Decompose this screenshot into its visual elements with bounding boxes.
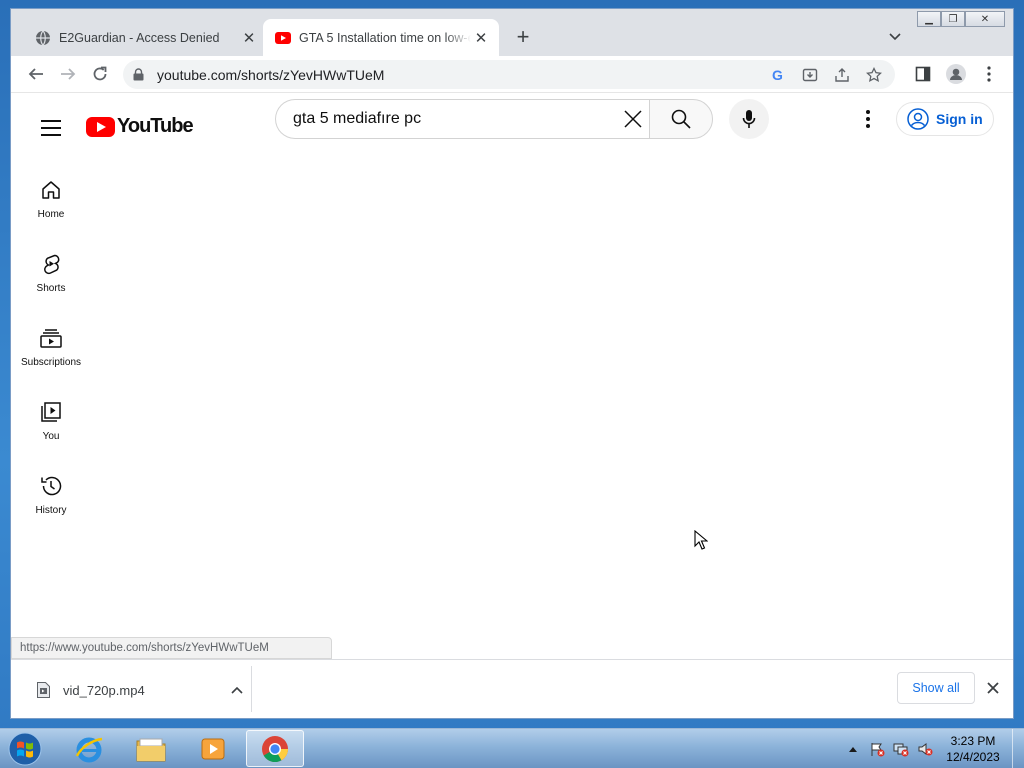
guide-item-subscriptions[interactable]: Subscriptions xyxy=(11,310,91,384)
tab-title: GTA 5 Installation time on low-end xyxy=(299,30,471,45)
guide-item-history[interactable]: History xyxy=(11,458,91,532)
bookmark-star-icon[interactable] xyxy=(863,64,885,86)
close-tab-icon[interactable]: ✕ xyxy=(239,28,259,48)
youtube-play-icon xyxy=(86,116,115,137)
svg-text:G: G xyxy=(772,67,783,83)
google-lens-icon[interactable]: G xyxy=(767,64,789,86)
tray-expand-icon[interactable] xyxy=(842,738,864,760)
tab-e2guardian[interactable]: E2Guardian - Access Denied ✕ xyxy=(23,19,267,56)
youtube-logo-text: YouTube xyxy=(117,115,194,137)
tab-title: E2Guardian - Access Denied xyxy=(59,30,220,45)
guide-item-label: History xyxy=(35,505,67,516)
globe-icon xyxy=(35,30,51,46)
guide-item-you[interactable]: You xyxy=(11,384,91,458)
you-icon xyxy=(39,400,63,424)
youtube-logo[interactable]: YouTube xyxy=(86,115,194,138)
tab-strip: E2Guardian - Access Denied ✕ GTA 5 Insta… xyxy=(11,9,1013,56)
internet-explorer-icon xyxy=(75,737,103,762)
download-item[interactable]: vid_720p.mp4 xyxy=(29,668,251,712)
lock-icon[interactable] xyxy=(133,68,147,81)
address-url[interactable]: youtube.com/shorts/zYevHWwTUeM xyxy=(157,67,767,83)
shelf-divider xyxy=(251,666,252,712)
window-close-button[interactable]: ✕ xyxy=(965,11,1005,27)
search-button[interactable] xyxy=(649,99,713,139)
forward-button[interactable] xyxy=(56,62,80,86)
address-bar[interactable]: youtube.com/shorts/zYevHWwTUeM G xyxy=(123,60,895,89)
install-app-icon[interactable] xyxy=(799,64,821,86)
download-shelf: vid_720p.mp4 Show all xyxy=(11,659,1013,718)
link-status-bubble: https://www.youtube.com/shorts/zYevHWwTU… xyxy=(11,637,332,659)
window-controls: ▁ ❐ ✕ xyxy=(917,11,1005,28)
side-panel-icon[interactable] xyxy=(911,62,935,86)
close-shelf-icon[interactable] xyxy=(981,676,1005,700)
guide-item-home[interactable]: Home xyxy=(11,162,91,236)
account-circle-icon xyxy=(907,108,929,130)
video-file-icon xyxy=(35,681,51,699)
youtube-page: YouTube Sign in xyxy=(11,94,1013,659)
show-desktop-button[interactable] xyxy=(1012,729,1024,768)
clear-search-icon[interactable] xyxy=(621,107,645,131)
back-button[interactable] xyxy=(24,62,48,86)
taskbar-chrome[interactable] xyxy=(246,730,304,767)
minimize-button[interactable]: ▁ xyxy=(917,11,941,27)
mouse-cursor-icon xyxy=(694,530,708,550)
subscriptions-icon xyxy=(39,326,63,350)
download-file-name: vid_720p.mp4 xyxy=(63,682,145,698)
browser-window: E2Guardian - Access Denied ✕ GTA 5 Insta… xyxy=(10,8,1014,719)
taskbar-internet-explorer[interactable] xyxy=(60,730,118,767)
new-tab-button[interactable]: + xyxy=(511,26,535,50)
media-player-icon xyxy=(201,738,225,759)
volume-muted-icon[interactable] xyxy=(914,738,936,760)
chrome-menu-icon[interactable] xyxy=(977,62,1001,86)
clock-date: 12/4/2023 xyxy=(946,750,1000,764)
taskbar-media-player[interactable] xyxy=(184,730,242,767)
restore-button[interactable]: ❐ xyxy=(941,11,965,27)
share-icon[interactable] xyxy=(831,64,853,86)
sign-in-button[interactable]: Sign in xyxy=(896,102,994,136)
shorts-icon xyxy=(39,252,63,276)
chrome-icon xyxy=(262,735,289,762)
voice-search-button[interactable] xyxy=(729,99,769,139)
system-tray xyxy=(842,729,938,768)
search-icon xyxy=(671,109,691,129)
close-tab-icon[interactable]: ✕ xyxy=(471,28,491,48)
settings-more-icon[interactable] xyxy=(856,107,880,131)
history-icon xyxy=(39,474,63,498)
sign-in-label: Sign in xyxy=(936,111,983,127)
guide-item-shorts[interactable]: Shorts xyxy=(11,236,91,310)
network-icon[interactable] xyxy=(890,738,912,760)
profile-avatar[interactable] xyxy=(944,62,968,86)
start-button[interactable] xyxy=(6,731,44,767)
show-all-downloads-button[interactable]: Show all xyxy=(897,672,975,704)
tab-youtube-short[interactable]: GTA 5 Installation time on low-end ✕ xyxy=(263,19,499,56)
chevron-up-icon[interactable] xyxy=(225,678,249,702)
guide-item-label: You xyxy=(42,431,60,442)
action-center-flag-icon[interactable] xyxy=(866,738,888,760)
guide-item-label: Subscriptions xyxy=(20,357,82,368)
search-box[interactable] xyxy=(275,99,649,139)
folder-icon xyxy=(136,738,166,761)
guide-item-label: Shorts xyxy=(36,283,66,294)
microphone-icon xyxy=(742,110,756,128)
youtube-favicon-icon xyxy=(275,30,291,46)
hamburger-menu-icon[interactable] xyxy=(39,116,63,140)
tab-search-chevron-icon[interactable] xyxy=(885,27,905,47)
browser-toolbar: youtube.com/shorts/zYevHWwTUeM G xyxy=(11,56,1013,93)
taskbar-clock[interactable]: 3:23 PM 12/4/2023 xyxy=(940,733,1006,765)
guide-item-label: Home xyxy=(37,209,65,220)
windows-taskbar: 3:23 PM 12/4/2023 xyxy=(0,728,1024,768)
home-icon xyxy=(39,178,63,202)
reload-button[interactable] xyxy=(88,62,112,86)
clock-time: 3:23 PM xyxy=(950,734,996,748)
taskbar-file-explorer[interactable] xyxy=(122,730,180,767)
search-input[interactable] xyxy=(293,110,603,128)
guide-sidebar: Home Shorts Subscriptions You History xyxy=(11,162,91,532)
